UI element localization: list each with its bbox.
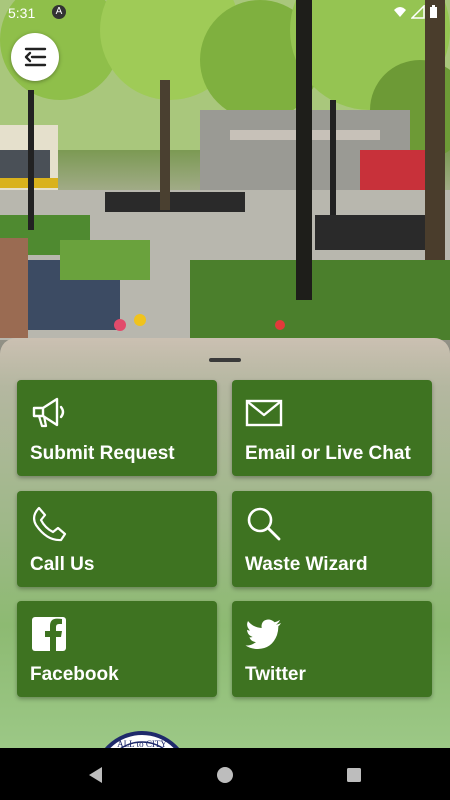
background-photo (0, 0, 450, 360)
recents-icon[interactable] (343, 764, 365, 786)
tile-label: Email or Live Chat (245, 443, 411, 464)
facebook-icon (32, 617, 66, 651)
back-icon[interactable] (85, 764, 107, 786)
wifi-icon (394, 7, 406, 17)
submit-request-button[interactable]: Submit Request (17, 380, 217, 476)
tile-label: Submit Request (30, 443, 175, 464)
call-us-button[interactable]: Call Us (17, 491, 217, 587)
search-icon (247, 507, 281, 541)
twitter-button[interactable]: Twitter (232, 601, 432, 697)
tile-label: Twitter (245, 664, 306, 685)
svg-text:ALL to CITY: ALL to CITY (117, 739, 167, 748)
tile-label: Facebook (30, 664, 119, 685)
status-bar: 5:31 A (0, 0, 450, 26)
battery-icon (430, 5, 437, 18)
envelope-icon (245, 399, 283, 427)
city-seal-logo: ALL to CITY (92, 730, 192, 748)
signal-icon (411, 5, 425, 19)
drag-handle[interactable] (209, 358, 241, 362)
waste-wizard-button[interactable]: Waste Wizard (232, 491, 432, 587)
bottom-sheet[interactable]: Submit Request Email or Live Chat Call U… (0, 338, 450, 748)
tile-label: Call Us (30, 554, 95, 575)
phone-icon (32, 506, 67, 542)
tile-label: Waste Wizard (245, 554, 368, 575)
system-nav-bar (0, 748, 450, 800)
twitter-icon (245, 619, 281, 649)
home-icon[interactable] (214, 764, 236, 786)
menu-button[interactable] (11, 33, 59, 81)
status-time: 5:31 (8, 5, 36, 21)
megaphone-icon (32, 397, 65, 428)
email-live-chat-button[interactable]: Email or Live Chat (232, 380, 432, 476)
menu-arrow-icon (24, 47, 47, 67)
app-notification-icon: A (52, 5, 66, 19)
status-indicators (393, 5, 438, 19)
facebook-button[interactable]: Facebook (17, 601, 217, 697)
